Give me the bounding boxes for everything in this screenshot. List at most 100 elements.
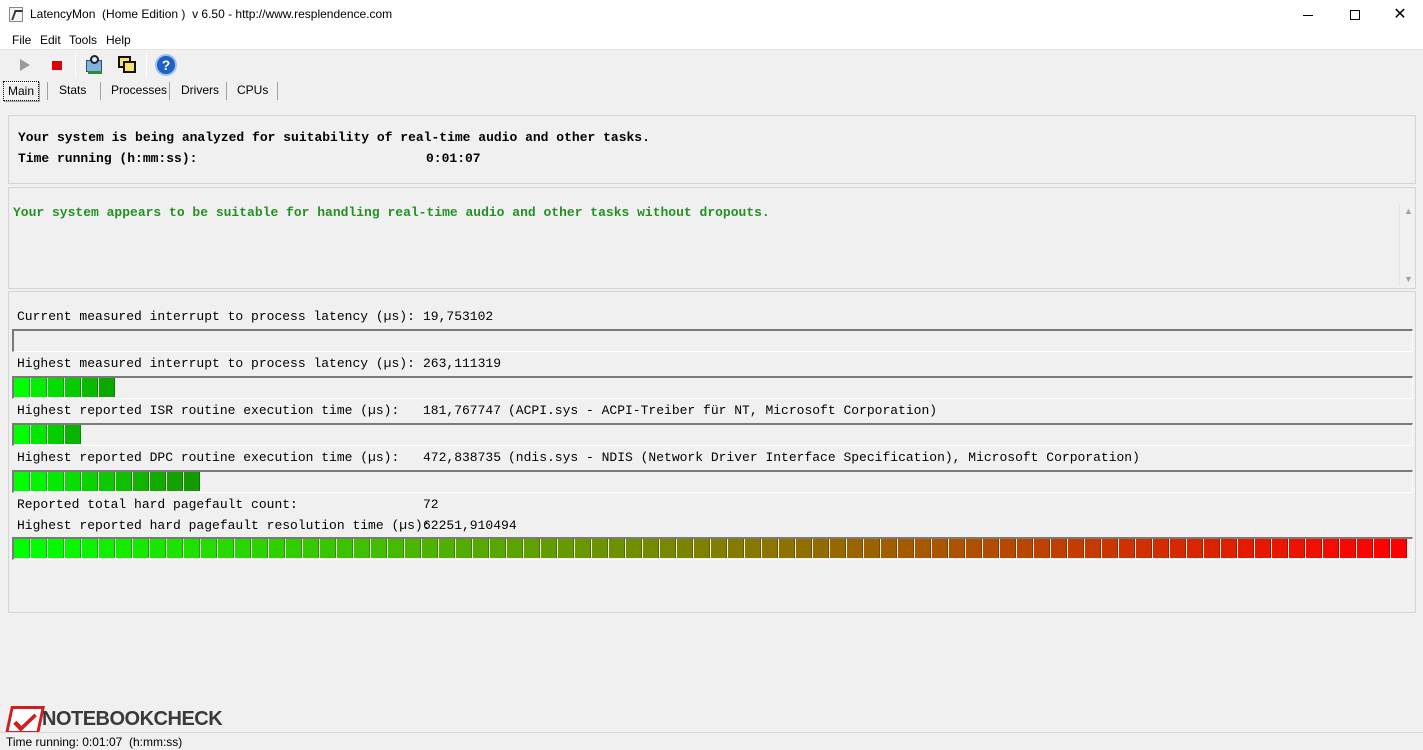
meter-cell (14, 472, 30, 491)
meter-cell (1255, 539, 1271, 558)
metric-label: Current measured interrupt to process la… (17, 309, 415, 324)
metric-value: 181,767747 (423, 403, 502, 418)
tab-bar: Main Stats Processes Drivers CPUs (0, 80, 1423, 102)
meter-cell (558, 539, 574, 558)
meter-cell (14, 425, 30, 444)
time-running-label: Time running (h:mm:ss): (18, 151, 198, 166)
meter-cell (65, 472, 81, 491)
meter-cell (65, 378, 81, 397)
scroll-up-icon[interactable]: ▲ (1404, 206, 1413, 216)
analysis-message: Your system is being analyzed for suitab… (18, 130, 650, 145)
meter-cell (983, 539, 999, 558)
meter-cell (541, 539, 557, 558)
meter-cell (609, 539, 625, 558)
meter-cell (915, 539, 931, 558)
help-button[interactable]: ? (154, 53, 178, 77)
meter-cell (31, 539, 47, 558)
tab-stats[interactable]: Stats (55, 81, 90, 101)
tab-main[interactable]: Main (3, 81, 40, 101)
title-bar[interactable]: LatencyMon (Home Edition ) v 6.50 - http… (0, 0, 1423, 30)
meter-cell (1306, 539, 1322, 558)
windows-button[interactable] (115, 53, 139, 77)
meter-cell (14, 378, 30, 397)
meter-cell (1289, 539, 1305, 558)
meter-cell (1136, 539, 1152, 558)
tab-processes[interactable]: Processes (107, 81, 171, 101)
meter-cell (65, 425, 81, 444)
tab-divider (169, 82, 170, 100)
meter-cell (337, 539, 353, 558)
maximize-button[interactable] (1332, 0, 1378, 30)
meter-cell (830, 539, 846, 558)
meter-cell (1102, 539, 1118, 558)
tab-divider (47, 82, 48, 100)
meter-cell (796, 539, 812, 558)
close-button[interactable]: ✕ (1377, 0, 1423, 30)
meter-cell (473, 539, 489, 558)
menu-bar: File Edit Tools Help (0, 30, 1423, 50)
meter-cell (745, 539, 761, 558)
metrics-panel: Current measured interrupt to process la… (8, 291, 1416, 613)
tab-cpus[interactable]: CPUs (233, 81, 272, 101)
meter-cell (150, 472, 166, 491)
meter-cell (966, 539, 982, 558)
start-button[interactable] (13, 53, 37, 77)
meter-cell (1357, 539, 1373, 558)
meter-cell (82, 472, 98, 491)
meter-cell (898, 539, 914, 558)
meter-cell (184, 472, 200, 491)
watermark-text: NOTEBOOKCHECK (42, 708, 223, 730)
meter-cell (1221, 539, 1237, 558)
metric-driver: (ndis.sys - NDIS (Network Driver Interfa… (508, 450, 1140, 465)
meter-cell (524, 539, 540, 558)
meter-cell (286, 539, 302, 558)
metric-label: Highest measured interrupt to process la… (17, 356, 415, 371)
meter-cell (1153, 539, 1169, 558)
verdict-message: Your system appears to be suitable for h… (13, 205, 770, 220)
meter-cell (31, 425, 47, 444)
pagefault-meter (12, 537, 1413, 560)
meter-cell (167, 472, 183, 491)
meter-cell (575, 539, 591, 558)
tab-drivers[interactable]: Drivers (177, 81, 223, 101)
meter-cell (150, 539, 166, 558)
meter-cell (65, 539, 81, 558)
meter-cell (1238, 539, 1254, 558)
meter-cell (949, 539, 965, 558)
meter-cell (1119, 539, 1135, 558)
meter-cell (1187, 539, 1203, 558)
meter-cell (133, 539, 149, 558)
scroll-down-icon[interactable]: ▼ (1404, 274, 1413, 284)
meter-cell (456, 539, 472, 558)
meter-cell (14, 539, 30, 558)
verdict-panel: Your system appears to be suitable for h… (8, 187, 1416, 289)
meter-cell (1374, 539, 1390, 558)
metric-value: 72 (423, 497, 439, 512)
meter-cell (48, 425, 64, 444)
meter-cell (728, 539, 744, 558)
menu-file[interactable]: File (12, 33, 31, 47)
meter-cell (643, 539, 659, 558)
meter-cell (1340, 539, 1356, 558)
meter-cell (1272, 539, 1288, 558)
metric-label: Reported total hard pagefault count: (17, 497, 298, 512)
analyze-button[interactable] (83, 53, 107, 77)
toolbar: ? (0, 51, 1423, 80)
app-icon (9, 7, 23, 22)
meter-cell (694, 539, 710, 558)
analysis-status-panel: Your system is being analyzed for suitab… (8, 115, 1416, 184)
meter-cell (82, 378, 98, 397)
menu-help[interactable]: Help (106, 33, 131, 47)
metric-label: Highest reported ISR routine execution t… (17, 403, 400, 418)
meter-cell (252, 539, 268, 558)
minimize-button[interactable] (1285, 0, 1331, 30)
meter-cell (507, 539, 523, 558)
meter-cell (1000, 539, 1016, 558)
menu-edit[interactable]: Edit (40, 33, 61, 47)
verdict-scrollbar[interactable]: ▲ ▼ (1399, 204, 1416, 286)
maximize-icon (1350, 10, 1360, 20)
isr-meter (12, 423, 1413, 446)
menu-tools[interactable]: Tools (69, 33, 97, 47)
meter-cell (779, 539, 795, 558)
stop-button[interactable] (45, 53, 69, 77)
